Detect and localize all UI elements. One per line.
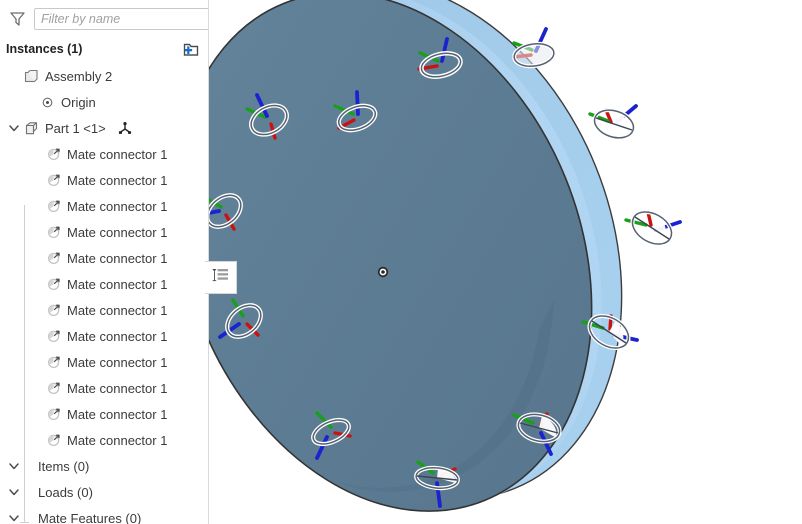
tree-item-label: Mate Features (0)	[38, 510, 142, 524]
tree-item-label: Mate connector 1	[67, 354, 168, 370]
tree-item-label: Origin	[61, 94, 96, 110]
tree-item-label: Mate connector 1	[67, 250, 168, 266]
chevron-down-icon[interactable]	[6, 484, 22, 500]
insert-part-icon[interactable]	[180, 40, 200, 58]
tree-item-label: Mate connector 1	[67, 328, 168, 344]
instances-header: Instances (1)	[0, 37, 208, 60]
chevron-down-icon[interactable]	[6, 510, 22, 524]
tree-item-label: Items (0)	[38, 458, 90, 474]
panel-list-toggle-icon	[212, 268, 229, 287]
tree-item-loads[interactable]: Loads (0)	[0, 479, 208, 505]
mate-connector-icon	[44, 379, 63, 397]
tree-item-label: Mate connector 1	[67, 172, 168, 188]
mate-connector-icon	[44, 197, 63, 215]
mate-connector-icon	[44, 353, 63, 371]
tree-item-part1[interactable]: Part 1 <1>	[0, 115, 208, 141]
tree-item-items[interactable]: Items (0)	[0, 453, 208, 479]
mate-connector-glyph[interactable]	[512, 27, 556, 69]
origin-point-marker	[377, 266, 389, 278]
graphics-viewport[interactable]	[209, 0, 802, 524]
tree-item-assembly[interactable]: Assembly 2	[0, 63, 208, 89]
tree-item-mate-connector[interactable]: Mate connector 1	[0, 141, 208, 167]
origin-icon	[38, 93, 57, 111]
tree-item-label: Mate connector 1	[67, 198, 168, 214]
mate-triad-icon[interactable]	[116, 120, 134, 136]
chevron-down-icon[interactable]	[6, 120, 22, 136]
model-canvas[interactable]	[209, 0, 802, 524]
chevron-down-icon[interactable]	[6, 458, 22, 474]
mate-connector-icon	[44, 223, 63, 241]
tree-item-mate-connector[interactable]: Mate connector 1	[0, 219, 208, 245]
tree-item-mate-features[interactable]: Mate Features (0)	[0, 505, 208, 524]
tree-item-label: Mate connector 1	[67, 380, 168, 396]
tree-item-label: Part 1 <1>	[45, 120, 106, 136]
mate-connector-glyph[interactable]	[588, 104, 638, 142]
tree-item-label: Mate connector 1	[67, 146, 168, 162]
tree-item-mate-connector[interactable]: Mate connector 1	[0, 375, 208, 401]
tree-item-label: Mate connector 1	[67, 406, 168, 422]
mate-connector-icon	[44, 431, 63, 449]
tree-item-mate-connector[interactable]: Mate connector 1	[0, 193, 208, 219]
tree-item-label: Mate connector 1	[67, 432, 168, 448]
mate-connector-icon	[44, 145, 63, 163]
instances-title: Instances (1)	[6, 41, 83, 56]
mate-connector-icon	[44, 275, 63, 293]
tree-item-mate-connector[interactable]: Mate connector 1	[0, 323, 208, 349]
mate-connector-icon	[44, 327, 63, 345]
part-icon	[22, 119, 41, 137]
tree-item-label: Mate connector 1	[67, 224, 168, 240]
tree-item-mate-connector[interactable]: Mate connector 1	[0, 245, 208, 271]
tree-item-origin[interactable]: Origin	[0, 89, 208, 115]
tree-item-label: Mate connector 1	[67, 302, 168, 318]
tree-item-label: Mate connector 1	[67, 276, 168, 292]
mate-connector-icon	[44, 301, 63, 319]
assembly-tree: Assembly 2 Origin Part 1 <1> Mate connec…	[0, 60, 208, 524]
mate-connector-icon	[44, 171, 63, 189]
tree-item-mate-connector[interactable]: Mate connector 1	[0, 167, 208, 193]
tree-item-mate-connector[interactable]: Mate connector 1	[0, 297, 208, 323]
tree-item-mate-connector[interactable]: Mate connector 1	[0, 401, 208, 427]
filter-bar	[0, 0, 208, 37]
panel-list-toggle-button[interactable]	[205, 261, 237, 294]
tree-item-mate-connector[interactable]: Mate connector 1	[0, 427, 208, 453]
filter-by-name-input[interactable]	[34, 7, 208, 30]
onshape-assembly-window: Instances (1)	[0, 0, 802, 524]
mate-connector-glyph[interactable]	[624, 205, 682, 250]
filter-funnel-icon[interactable]	[6, 8, 28, 30]
assembly-icon	[22, 67, 41, 85]
mate-connector-icon	[44, 405, 63, 423]
tree-item-mate-connector[interactable]: Mate connector 1	[0, 271, 208, 297]
tree-item-label: Assembly 2	[45, 68, 113, 84]
mate-connector-icon	[44, 249, 63, 267]
disc-part[interactable]	[209, 0, 696, 524]
tree-item-mate-connector[interactable]: Mate connector 1	[0, 349, 208, 375]
tree-item-label: Loads (0)	[38, 484, 93, 500]
feature-tree-panel: Instances (1)	[0, 0, 209, 524]
